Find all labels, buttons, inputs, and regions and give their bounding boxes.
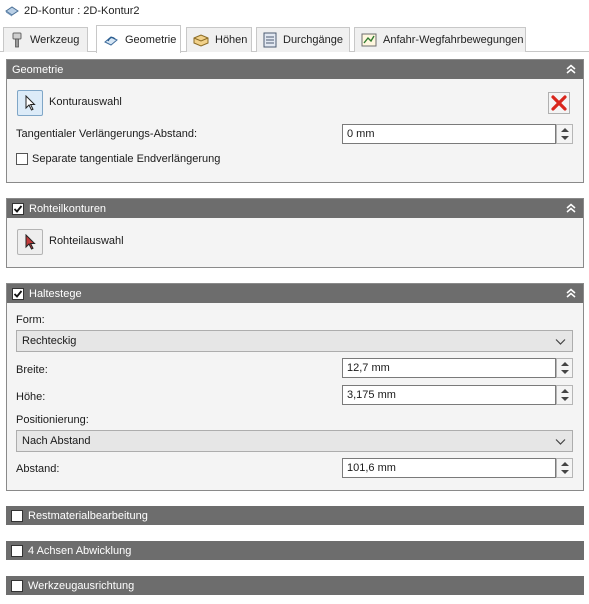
section-title: Geometrie — [12, 63, 64, 76]
positioning-select-value: Nach Abstand — [22, 435, 91, 447]
spin-up-icon[interactable] — [561, 389, 569, 393]
tab-hoehen[interactable]: Höhen — [186, 27, 252, 52]
operation-icon — [5, 6, 19, 17]
spin-down-icon[interactable] — [561, 397, 569, 401]
positioning-select[interactable]: Nach Abstand — [16, 430, 573, 452]
tab-durchgaenge[interactable]: Durchgänge — [256, 27, 350, 52]
contour-selection-button[interactable] — [17, 90, 43, 116]
collapse-chevron-icon[interactable] — [565, 63, 577, 75]
separate-extension-row[interactable]: Separate tangentiale Endverlängerung — [16, 153, 220, 165]
spin-down-icon[interactable] — [561, 470, 569, 474]
stock-contours-section-header[interactable]: Rohteilkonturen — [7, 199, 583, 218]
delete-x-icon — [551, 95, 567, 111]
rest-machining-section-header[interactable]: Restmaterialbearbeitung — [6, 506, 584, 525]
distance-input[interactable]: 101,6 mm — [342, 458, 556, 478]
height-spinner[interactable] — [556, 385, 573, 405]
cursor-arrow-icon — [25, 234, 36, 250]
stock-contours-section: Rohteilkonturen Rohteilauswahl — [6, 198, 584, 268]
separate-extension-label: Separate tangentiale Endverlängerung — [32, 153, 221, 165]
width-label: Breite: — [16, 364, 48, 376]
tab-label: Geometrie — [125, 33, 177, 46]
heights-icon — [193, 34, 209, 47]
geometry-section-header[interactable]: Geometrie — [7, 60, 583, 79]
tangential-extension-input[interactable]: 0 mm — [342, 124, 556, 144]
section-title: Restmaterialbearbeitung — [28, 509, 148, 522]
stock-selection-label: Rohteilauswahl — [49, 235, 124, 247]
tool-orientation-checkbox[interactable] — [11, 579, 23, 592]
distance-spinner[interactable] — [556, 458, 573, 478]
height-input[interactable]: 3,175 mm — [342, 385, 556, 405]
section-title: Haltestege — [29, 287, 82, 300]
linking-icon — [361, 33, 377, 47]
check-icon — [13, 289, 23, 298]
section-title: 4 Achsen Abwicklung — [28, 544, 132, 557]
collapse-chevron-icon[interactable] — [565, 202, 577, 214]
width-input[interactable]: 12,7 mm — [342, 358, 556, 378]
tab-label: Durchgänge — [283, 34, 343, 46]
chevron-down-icon — [555, 339, 566, 345]
tab-geometrie[interactable]: Geometrie — [96, 25, 181, 53]
spin-up-icon[interactable] — [561, 462, 569, 466]
tab-anfahr-wegfahrbewegungen[interactable]: Anfahr-Wegfahrbewegungen — [354, 27, 526, 52]
window-title: 2D-Kontur : 2D-Kontur2 — [24, 5, 140, 17]
spin-up-icon[interactable] — [561, 128, 569, 132]
geometry-icon — [104, 35, 118, 46]
section-title: Rohteilkonturen — [29, 202, 107, 215]
geometry-section: Geometrie Konturauswahl Tangentialer Ver… — [6, 59, 584, 183]
distance-label: Abstand: — [16, 463, 60, 475]
contour-selection-label: Konturauswahl — [49, 96, 122, 108]
tab-label: Werkzeug — [30, 34, 80, 46]
tabs-section-header[interactable]: Haltestege — [7, 284, 583, 303]
form-label: Form: — [16, 314, 45, 326]
collapse-chevron-icon[interactable] — [565, 287, 577, 299]
clear-selection-button[interactable] — [548, 92, 570, 114]
spin-up-icon[interactable] — [561, 362, 569, 366]
tool-icon — [12, 32, 22, 48]
rest-machining-checkbox[interactable] — [11, 509, 23, 522]
check-icon — [13, 204, 23, 213]
width-spinner[interactable] — [556, 358, 573, 378]
positioning-label: Positionierung: — [16, 414, 89, 426]
separate-extension-checkbox[interactable] — [16, 153, 28, 165]
chevron-down-icon — [555, 439, 566, 445]
tabs-section-checkbox[interactable] — [12, 287, 24, 300]
section-title: Werkzeugausrichtung — [28, 579, 135, 592]
tangential-extension-label: Tangentialer Verlängerungs-Abstand: — [16, 128, 198, 140]
window-titlebar: 2D-Kontur : 2D-Kontur2 — [0, 0, 589, 22]
tab-bar: Werkzeug Geometrie Höhen Durchgänge Anfa… — [0, 25, 589, 53]
spin-down-icon[interactable] — [561, 370, 569, 374]
height-label: Höhe: — [16, 391, 46, 403]
tab-label: Höhen — [215, 34, 248, 46]
stock-selection-button[interactable] — [17, 229, 43, 255]
passes-icon — [263, 32, 277, 48]
tabs-section: Haltestege Form: Rechteckig Breite: 12,7… — [6, 283, 584, 491]
tangential-extension-spinner[interactable] — [556, 124, 573, 144]
form-select-value: Rechteckig — [22, 335, 77, 347]
four-axis-wrapping-checkbox[interactable] — [11, 544, 23, 557]
form-select[interactable]: Rechteckig — [16, 330, 573, 352]
four-axis-wrapping-section-header[interactable]: 4 Achsen Abwicklung — [6, 541, 584, 560]
cursor-arrow-icon — [25, 95, 36, 111]
tab-werkzeug[interactable]: Werkzeug — [3, 27, 88, 52]
spin-down-icon[interactable] — [561, 136, 569, 140]
tab-label: Anfahr-Wegfahrbewegungen — [383, 34, 524, 46]
tool-orientation-section-header[interactable]: Werkzeugausrichtung — [6, 576, 584, 595]
stock-contours-checkbox[interactable] — [12, 202, 24, 215]
